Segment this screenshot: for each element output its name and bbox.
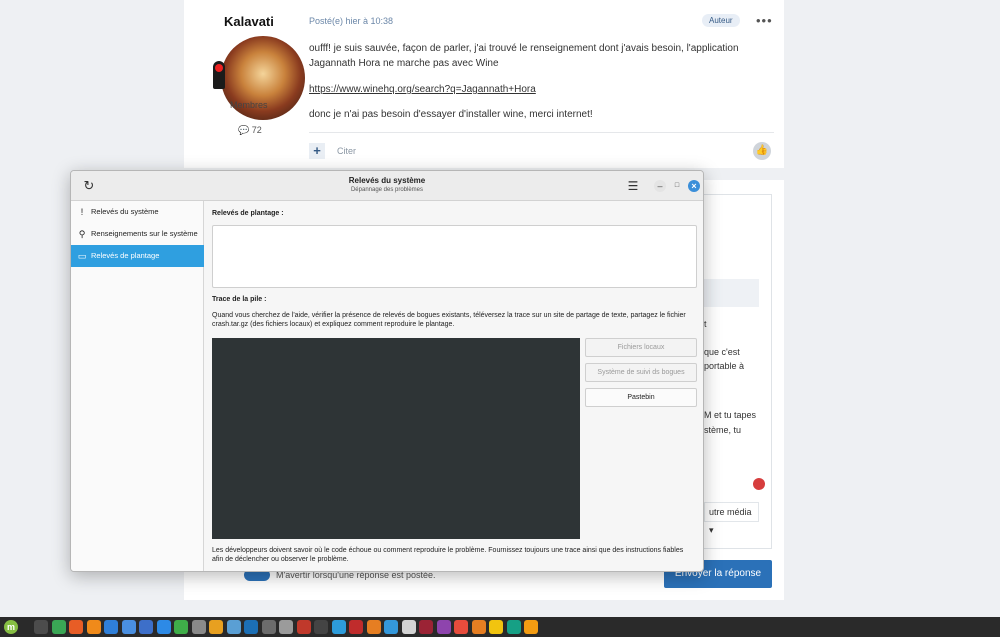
post-link-wrap: https://www.winehq.org/search?q=Jagannat… — [309, 82, 759, 97]
content-pane: Relevés de plantage : Trace de la pile :… — [205, 201, 703, 571]
monitor-icon: ▭ — [77, 251, 87, 261]
quote-button[interactable]: Citer — [337, 146, 356, 156]
taskbar-app-icon[interactable] — [436, 620, 451, 634]
editor-text-3: portable à — [704, 361, 745, 371]
taskbar-app-icon[interactable] — [419, 620, 433, 634]
taskbar-app-icon[interactable] — [86, 620, 101, 634]
author-role: Membres — [230, 100, 268, 110]
post-menu-button[interactable]: ••• — [756, 13, 773, 28]
rank-badge-dot — [215, 64, 223, 72]
post-date[interactable]: Posté(e) hier à 10:38 — [309, 16, 393, 26]
comment-icon: 💬 — [238, 125, 250, 135]
taskbar-app-icon[interactable] — [244, 620, 258, 634]
sidebar-item-label: Relevés du système — [91, 207, 159, 216]
stack-trace-label: Trace de la pile : — [212, 296, 267, 303]
editor-text-2: que c'est — [704, 347, 740, 357]
taskbar-app-icon[interactable] — [156, 620, 171, 634]
mint-menu-icon[interactable]: m — [4, 620, 18, 634]
notification-dot — [753, 478, 765, 490]
post-link[interactable]: https://www.winehq.org/search?q=Jagannat… — [309, 84, 536, 95]
taskbar-app-icon[interactable] — [454, 620, 468, 634]
editor-quote-strip — [704, 279, 759, 307]
taskbar-app-icon[interactable] — [104, 620, 118, 634]
taskbar-app-icon[interactable] — [366, 620, 381, 634]
taskbar-app-icon[interactable] — [384, 620, 398, 634]
other-media-button[interactable]: utre média ▾ — [704, 502, 759, 535]
sidebar: ! Relevés du système ⚲ Renseignements su… — [71, 201, 204, 571]
sidebar-item-label: Relevés de plantage — [91, 251, 160, 260]
post-count: 💬 72 — [238, 125, 262, 135]
sidebar-item-label: Renseignements sur le système — [91, 229, 198, 238]
taskbar-app-icon[interactable] — [34, 620, 48, 634]
editor-text-5: stème, tu — [704, 425, 742, 435]
taskbar-app-icon[interactable] — [349, 620, 363, 634]
titlebar[interactable]: ↻ Relevés du système Dépannage des probl… — [71, 171, 703, 201]
multiquote-button[interactable]: + — [309, 143, 325, 159]
taskbar-app-icon[interactable] — [121, 620, 136, 634]
taskbar-app-icon[interactable] — [296, 620, 311, 634]
window-title: Relevés du système — [348, 176, 426, 185]
window-subtitle: Dépannage des problèmes — [350, 187, 424, 193]
post-text-2: donc je n'ai pas besoin d'essayer d'inst… — [309, 109, 593, 120]
system-reports-window: ↻ Relevés du système Dépannage des probl… — [70, 170, 704, 572]
editor-text-4: M et tu tapes — [704, 410, 757, 420]
bug-tracker-button[interactable]: Système de suivi ds bogues — [585, 363, 697, 382]
footer-text: Les développeurs doivent savoir où le co… — [212, 547, 684, 563]
taskbar: m — [0, 617, 1000, 637]
forum-post: Kalavati Membres 💬 72 Posté(e) hier à 10… — [184, 0, 784, 168]
taskbar-app-icon[interactable] — [489, 620, 503, 634]
taskbar-app-icon[interactable] — [471, 620, 486, 634]
hamburger-menu-icon[interactable]: ☰ — [626, 179, 640, 193]
sidebar-item-crash-reports[interactable]: ▭ Relevés de plantage — [71, 245, 204, 267]
taskbar-app-icon[interactable] — [524, 620, 538, 634]
taskbar-app-icon[interactable] — [279, 620, 293, 634]
taskbar-app-icon[interactable] — [226, 620, 241, 634]
taskbar-app-icon[interactable] — [314, 620, 328, 634]
editor-text-1: t — [704, 319, 707, 329]
minimize-icon[interactable]: – — [654, 180, 666, 192]
taskbar-app-icon[interactable] — [69, 620, 83, 634]
taskbar-app-icon[interactable] — [401, 620, 416, 634]
crash-reports-list[interactable] — [212, 225, 697, 288]
maximize-icon[interactable]: □ — [671, 180, 683, 192]
post-text-1: oufff! je suis sauvée, façon de parler, … — [309, 43, 739, 69]
taskbar-app-icon[interactable] — [139, 620, 153, 634]
author-name[interactable]: Kalavati — [224, 14, 274, 29]
stack-trace-area[interactable] — [212, 338, 580, 539]
sidebar-item-system-reports[interactable]: ! Relevés du système — [71, 201, 204, 223]
taskbar-app-icon[interactable] — [331, 620, 346, 634]
close-icon[interactable]: × — [688, 180, 700, 192]
help-text: Quand vous cherchez de l'aide, vérifier … — [212, 312, 686, 328]
pastebin-button[interactable]: Pastebin — [585, 388, 697, 407]
taskbar-app-icon[interactable] — [506, 620, 521, 634]
local-files-button[interactable]: Fichiers locaux — [585, 338, 697, 357]
info-icon: ⚲ — [78, 229, 86, 239]
like-icon[interactable]: 👍 — [753, 142, 771, 160]
taskbar-app-icon[interactable] — [209, 620, 223, 634]
taskbar-app-icon[interactable] — [261, 620, 276, 634]
crash-reports-label: Relevés de plantage : — [212, 210, 284, 217]
divider — [309, 132, 774, 133]
taskbar-app-icon[interactable] — [174, 620, 188, 634]
author-badge: Auteur — [702, 14, 740, 27]
taskbar-app-icon[interactable] — [191, 620, 206, 634]
sidebar-item-system-info[interactable]: ⚲ Renseignements sur le système — [71, 223, 204, 245]
report-icon: ! — [80, 207, 84, 217]
taskbar-app-icon[interactable] — [51, 620, 66, 634]
